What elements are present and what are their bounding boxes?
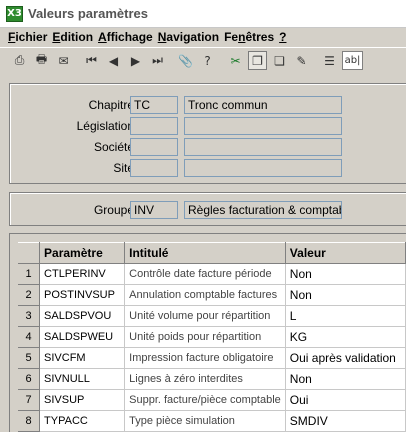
valeur-cell[interactable]: Non xyxy=(285,368,406,390)
copy-window-icon[interactable]: ❏ xyxy=(270,51,289,70)
list-icon[interactable]: ☰ xyxy=(320,51,339,70)
print-icon[interactable]: 🖶 xyxy=(32,51,51,70)
row-number-cell: 6 xyxy=(18,368,41,390)
site-row: Site xyxy=(10,159,406,178)
table-row[interactable]: 1 CTLPERINV Contrôle date facture période N… xyxy=(18,263,406,285)
toolbar: ⎙ 🖶 ✉ ⏮ ◀ ▶ ⏭ 📎? ✂ ❐ ❏ ✎ ☰ ab| xyxy=(0,47,406,73)
menu-item-help[interactable]: ? xyxy=(279,30,286,44)
table-row[interactable]: 5 SIVCFM Impression facture obligatoire Oui… xyxy=(18,347,406,369)
next-record-icon[interactable]: ▶ xyxy=(126,51,145,70)
chapitre-label: Chapitre xyxy=(88,98,134,112)
parametre-cell: SALDSPWEU xyxy=(39,326,126,348)
window-icon[interactable]: ❐ xyxy=(248,51,267,70)
row-number-cell: 7 xyxy=(18,389,41,411)
table-row[interactable]: 4 SALDSPWEU Unité poids pour répartition KG xyxy=(18,326,406,348)
societe-code-field[interactable] xyxy=(130,138,178,156)
tools-icon[interactable]: ✂ xyxy=(226,51,245,70)
menu-item-navigation[interactable]: Navigation xyxy=(158,30,219,44)
parametre-cell: SALDSPVOU xyxy=(39,305,126,327)
column-header-valeur[interactable]: Valeur xyxy=(285,242,406,264)
site-description-field xyxy=(184,159,342,177)
table-header-row: Paramètre Intitulé Valeur xyxy=(18,242,406,264)
table-row[interactable]: 2 POSTINVSUP Annulation comptable factures… xyxy=(18,284,406,306)
menu-bar: Fichier Edition Affichage Navigation Fenêtre… xyxy=(0,28,406,46)
valeur-cell[interactable]: Non xyxy=(285,263,406,285)
societe-label: Société xyxy=(93,140,134,154)
table-row[interactable]: 7 SIVSUP Suppr. facture/pièce comptable Oui xyxy=(18,389,406,411)
group-label: Groupe xyxy=(93,203,134,217)
legislation-row: Législation xyxy=(10,117,406,136)
parameters-grid-panel: Paramètre Intitulé Valeur 1 CTLPERINV Cont… xyxy=(9,233,406,432)
valeur-cell[interactable]: Oui xyxy=(285,389,406,411)
row-number-cell: 4 xyxy=(18,326,41,348)
menu-item-fichier[interactable]: Fichier xyxy=(8,30,47,44)
window-title: Valeurs paramètres xyxy=(28,6,148,21)
parametre-cell: CTLPERINV xyxy=(39,263,126,285)
table-row[interactable]: 3 SALDSPVOU Unité volume pour répartition L xyxy=(18,305,406,327)
group-description-field: Règles facturation & comptable xyxy=(184,201,342,219)
previous-record-icon[interactable]: ◀ xyxy=(104,51,123,70)
row-number-cell: 5 xyxy=(18,347,41,369)
parameters-table: Paramètre Intitulé Valeur 1 CTLPERINV Cont… xyxy=(18,242,406,432)
legislation-label: Législation xyxy=(76,119,134,133)
intitule-cell: Impression facture obligatoire xyxy=(124,347,286,369)
app-logo-icon: X3 xyxy=(6,5,23,22)
row-number-cell: 2 xyxy=(18,284,41,306)
title-bar: X3 Valeurs paramètres xyxy=(0,0,406,28)
text-icon[interactable]: ab| xyxy=(342,51,363,70)
row-number-cell: 1 xyxy=(18,263,41,285)
site-code-field[interactable] xyxy=(130,159,178,177)
parametre-cell: POSTINVSUP xyxy=(39,284,126,306)
mail-icon[interactable]: ✉ xyxy=(54,51,73,70)
table-row[interactable]: 6 SIVNULL Lignes à zéro interdites Non xyxy=(18,368,406,390)
chapitre-description-field: Tronc commun xyxy=(184,96,342,114)
intitule-cell: Unité poids pour répartition xyxy=(124,326,286,348)
intitule-cell: Unité volume pour répartition xyxy=(124,305,286,327)
menu-item-fenêtres[interactable]: Fenêtres xyxy=(224,30,274,44)
valeur-cell[interactable]: Non xyxy=(285,284,406,306)
attachment-icon[interactable]: 📎 xyxy=(176,51,195,70)
legislation-description-field xyxy=(184,117,342,135)
intitule-cell: Suppr. facture/pièce comptable xyxy=(124,389,286,411)
intitule-cell: Annulation comptable factures xyxy=(124,284,286,306)
column-header-num[interactable] xyxy=(18,242,41,264)
chapitre-row: Chapitre TC Tronc commun xyxy=(10,96,406,115)
parametre-cell: SIVNULL xyxy=(39,368,126,390)
intitule-cell: Type pièce simulation xyxy=(124,410,286,432)
group-row: Groupe INV Règles facturation & comptabl… xyxy=(10,201,406,220)
intitule-cell: Contrôle date facture période xyxy=(124,263,286,285)
intitule-cell: Lignes à zéro interdites xyxy=(124,368,286,390)
chapitre-code-field[interactable]: TC xyxy=(130,96,178,114)
group-code-field[interactable]: INV xyxy=(130,201,178,219)
column-header-intitule[interactable]: Intitulé xyxy=(124,242,286,264)
societe-description-field xyxy=(184,138,342,156)
parametre-cell: SIVSUP xyxy=(39,389,126,411)
menu-item-affichage[interactable]: Affichage xyxy=(98,30,153,44)
brush-icon[interactable]: ✎ xyxy=(292,51,311,70)
row-number-cell: 8 xyxy=(18,410,41,432)
menu-item-edition[interactable]: Edition xyxy=(52,30,93,44)
column-header-parametre[interactable]: Paramètre xyxy=(39,242,126,264)
group-panel: Groupe INV Règles facturation & comptabl… xyxy=(9,192,406,226)
help-icon[interactable]: ? xyxy=(198,51,217,70)
legislation-code-field[interactable] xyxy=(130,117,178,135)
valeur-cell[interactable]: Oui après validation xyxy=(285,347,406,369)
last-record-icon[interactable]: ⏭ xyxy=(148,51,167,70)
valeur-cell[interactable]: L xyxy=(285,305,406,327)
header-panel: Chapitre TC Tronc commun Législation Société… xyxy=(9,83,406,184)
valeur-cell[interactable]: SMDIV xyxy=(285,410,406,432)
save-icon[interactable]: ⎙ xyxy=(10,51,29,70)
first-record-icon[interactable]: ⏮ xyxy=(82,51,101,70)
table-row[interactable]: 8 TYPACC Type pièce simulation SMDIV xyxy=(18,410,406,432)
parametre-cell: TYPACC xyxy=(39,410,126,432)
parametre-cell: SIVCFM xyxy=(39,347,126,369)
societe-row: Société xyxy=(10,138,406,157)
valeur-cell[interactable]: KG xyxy=(285,326,406,348)
row-number-cell: 3 xyxy=(18,305,41,327)
